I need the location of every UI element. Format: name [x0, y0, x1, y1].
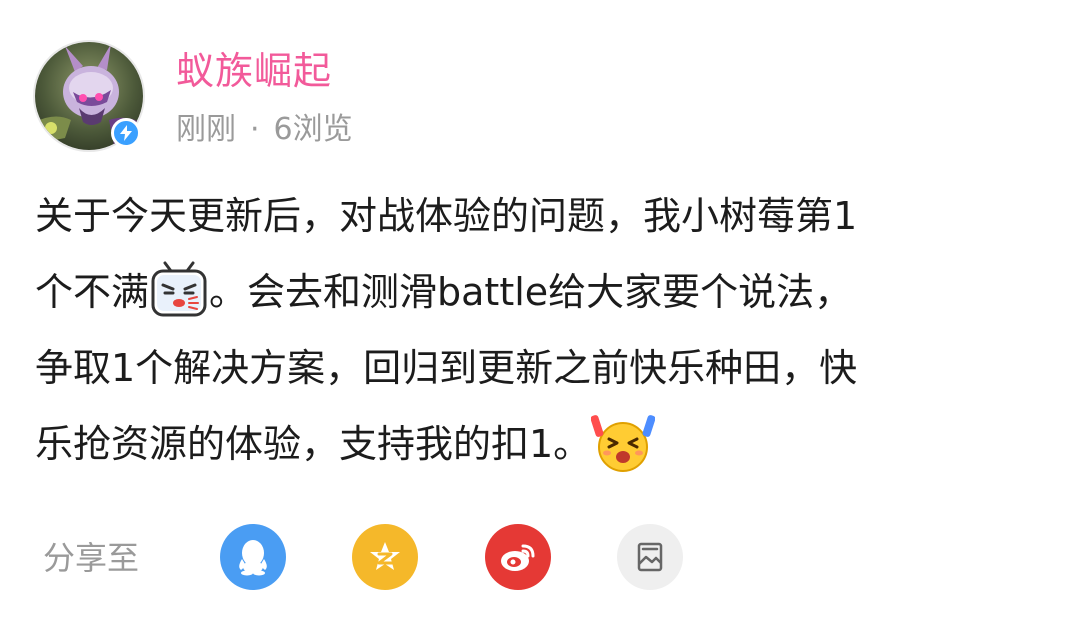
- post-text-segment: 。会去和测滑battle给大家要个说法，: [209, 270, 853, 314]
- qzone-star-icon: [370, 542, 400, 570]
- post-content: 关于今天更新后，对战体验的问题，我小树莓第1 个不满 。会去和测滑battle给…: [35, 178, 1035, 482]
- post-text-line: 乐抢资源的体验，支持我的扣1。: [35, 406, 1035, 482]
- cheering-emoji: [590, 413, 656, 473]
- post-time: 刚刚: [176, 112, 236, 147]
- share-weibo-button[interactable]: [485, 524, 551, 590]
- share-qq-button[interactable]: [220, 524, 286, 590]
- angry-tv-emoji: [149, 261, 209, 321]
- author-name[interactable]: 蚁族崛起: [176, 46, 332, 96]
- post-text-line: 个不满 。会去和测滑battle给大家要个说法，: [35, 254, 1035, 330]
- weibo-icon: [501, 544, 535, 571]
- view-count: 6浏览: [273, 112, 353, 147]
- post-text-line: 关于今天更新后，对战体验的问题，我小树莓第1: [35, 194, 858, 238]
- post-text-segment: 乐抢资源的体验，支持我的扣1。: [35, 422, 592, 466]
- post-text-segment: 个不满: [35, 270, 150, 314]
- post-meta: 刚刚 · 6浏览: [176, 110, 353, 150]
- avatar-container[interactable]: [33, 40, 145, 152]
- post-card: 蚁族崛起 刚刚 · 6浏览 关于今天更新后，对战体验的问题，我小树莓第1 个不满: [0, 0, 1067, 634]
- share-image-button[interactable]: [617, 524, 683, 590]
- verified-badge: [111, 118, 141, 148]
- share-qzone-button[interactable]: [352, 524, 418, 590]
- image-icon: [637, 542, 663, 572]
- qq-penguin-icon: [239, 540, 267, 576]
- meta-separator: ·: [250, 112, 260, 147]
- post-text-line: 争取1个解决方案，回归到更新之前快乐种田，快: [35, 346, 858, 390]
- share-label: 分享至: [43, 539, 140, 577]
- lightning-icon: [120, 125, 132, 141]
